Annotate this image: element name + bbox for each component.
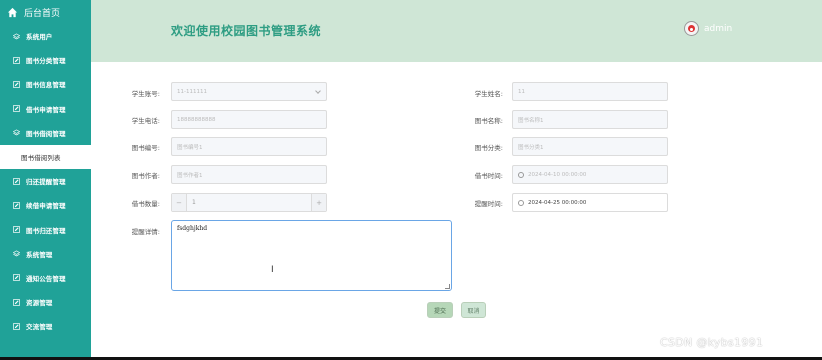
sidebar-item-label: 续借申请管理 bbox=[26, 202, 66, 211]
sidebar-item[interactable]: 续借申请管理 bbox=[0, 193, 91, 217]
quantity-label: 借书数量: bbox=[131, 200, 160, 208]
sidebar-item-label: 借书申请管理 bbox=[26, 105, 66, 114]
book-no-label: 图书编号: bbox=[131, 144, 160, 152]
quantity-minus-button[interactable]: − bbox=[172, 194, 187, 211]
detail-label: 提醒详情: bbox=[131, 228, 160, 236]
sidebar-item[interactable]: 图书借阅管理 bbox=[0, 121, 91, 145]
edit-icon bbox=[13, 202, 20, 209]
sidebar-item[interactable]: 图书分类管理 bbox=[0, 48, 91, 72]
sidebar-item[interactable]: 系统管理 bbox=[0, 242, 91, 266]
sidebar-item[interactable]: 图书借阅列表 bbox=[0, 144, 91, 170]
phone-label: 学生电话: bbox=[131, 117, 160, 125]
author-label: 图书作者: bbox=[131, 172, 160, 180]
remind-time-label: 提醒时间: bbox=[474, 200, 503, 208]
sidebar-item[interactable]: 归还提醒管理 bbox=[0, 169, 91, 193]
text-cursor-icon: I bbox=[271, 265, 274, 275]
edit-icon bbox=[13, 298, 20, 306]
clock-icon bbox=[518, 171, 524, 178]
sidebar-item-label: 图书信息管理 bbox=[26, 81, 66, 90]
book-no-input[interactable]: 图书编号1 bbox=[171, 137, 327, 156]
sidebar-item[interactable]: 图书归还管理 bbox=[0, 218, 91, 242]
sidebar-item-label: 图书分类管理 bbox=[26, 57, 66, 66]
author-placeholder: 图书作者1 bbox=[177, 172, 203, 179]
student-name-value: 11 bbox=[518, 88, 525, 95]
watermark: CSDN @kybs1991 bbox=[660, 336, 764, 349]
chevron-down-icon bbox=[315, 88, 321, 94]
book-category-label: 图书分类: bbox=[474, 144, 503, 152]
quantity-plus-button[interactable]: + bbox=[311, 194, 326, 211]
layers-icon bbox=[12, 129, 21, 136]
detail-textarea[interactable]: fsdghjkhd bbox=[171, 220, 452, 291]
quantity-stepper[interactable]: − 1 + bbox=[171, 193, 327, 212]
sidebar-item[interactable]: 交流管理 bbox=[0, 314, 91, 338]
header: 欢迎使用校园图书管理系统 admin bbox=[91, 0, 822, 62]
book-category-input[interactable]: 图书分类1 bbox=[512, 137, 668, 156]
borrow-time-value: 2024-04-10 00:00:00 bbox=[528, 171, 587, 178]
page-title: 欢迎使用校园图书管理系统 bbox=[171, 24, 322, 38]
borrow-time-picker[interactable]: 2024-04-10 00:00:00 bbox=[512, 165, 668, 184]
edit-icon bbox=[13, 81, 20, 88]
sidebar-home-label: 后台首页 bbox=[24, 8, 61, 19]
edit-icon bbox=[13, 323, 20, 330]
sidebar: 后台首页 系统用户图书分类管理 图书信息管理 借书申请管理 图书借阅管理图书借阅列表归… bbox=[0, 0, 91, 360]
remind-time-picker[interactable]: 2024-04-25 00:00:00 bbox=[512, 193, 668, 212]
book-no-placeholder: 图书编号1 bbox=[177, 144, 203, 151]
sidebar-item-label: 系统用户 bbox=[26, 33, 53, 42]
detail-value: fsdghjkhd bbox=[177, 225, 208, 232]
sidebar-item-label: 归还提醒管理 bbox=[26, 178, 66, 187]
username: admin bbox=[704, 23, 733, 34]
student-no-value: 11-111111 bbox=[177, 88, 207, 95]
sidebar-item[interactable]: 借书申请管理 bbox=[0, 97, 91, 121]
sidebar-item[interactable]: 通知公告管理 bbox=[0, 266, 91, 290]
edit-icon bbox=[13, 105, 20, 112]
student-no-select[interactable]: 11-111111 bbox=[171, 82, 327, 101]
student-no-label: 学生账号: bbox=[131, 90, 160, 98]
sidebar-item-label: 图书借阅列表 bbox=[21, 154, 61, 163]
sidebar-item[interactable]: 系统用户 bbox=[0, 24, 91, 48]
avatar bbox=[684, 21, 699, 36]
student-name-label: 学生姓名: bbox=[474, 90, 503, 98]
submit-button[interactable]: 提交 bbox=[427, 302, 453, 318]
sidebar-item-label: 交流管理 bbox=[26, 323, 53, 332]
phone-value: 18888888888 bbox=[177, 116, 216, 123]
sidebar-item[interactable]: 图书信息管理 bbox=[0, 72, 91, 96]
user-menu[interactable]: admin bbox=[684, 21, 732, 36]
book-name-label: 图书名称: bbox=[474, 117, 503, 125]
sidebar-home[interactable]: 后台首页 bbox=[0, 0, 91, 24]
book-name-input[interactable]: 图书名称1 bbox=[512, 110, 668, 129]
author-input[interactable]: 图书作者1 bbox=[171, 165, 327, 184]
book-name-placeholder: 图书名称1 bbox=[518, 117, 544, 124]
quantity-value: 1 bbox=[192, 199, 196, 206]
edit-icon bbox=[13, 177, 20, 185]
resize-handle[interactable] bbox=[445, 284, 450, 289]
student-name-input[interactable]: 11 bbox=[512, 82, 668, 101]
cancel-button[interactable]: 取消 bbox=[461, 302, 486, 318]
edit-icon bbox=[13, 56, 20, 64]
sidebar-item-label: 系统管理 bbox=[26, 250, 53, 259]
home-icon bbox=[7, 7, 18, 17]
borrow-time-label: 借书时间: bbox=[474, 172, 503, 180]
sidebar-item-label: 图书借阅管理 bbox=[26, 129, 66, 138]
layers-icon bbox=[12, 33, 21, 40]
phone-input[interactable]: 18888888888 bbox=[171, 110, 327, 129]
clock-icon bbox=[518, 199, 524, 206]
sidebar-item-label: 图书归还管理 bbox=[26, 226, 66, 235]
sidebar-item[interactable]: 资源管理 bbox=[0, 290, 91, 314]
remind-time-value: 2024-04-25 00:00:00 bbox=[528, 199, 587, 206]
edit-icon bbox=[13, 274, 20, 282]
sidebar-item-label: 通知公告管理 bbox=[26, 274, 66, 283]
layers-icon bbox=[12, 250, 21, 257]
book-category-placeholder: 图书分类1 bbox=[518, 144, 544, 151]
edit-icon bbox=[13, 226, 20, 233]
sidebar-item-label: 资源管理 bbox=[26, 299, 53, 308]
